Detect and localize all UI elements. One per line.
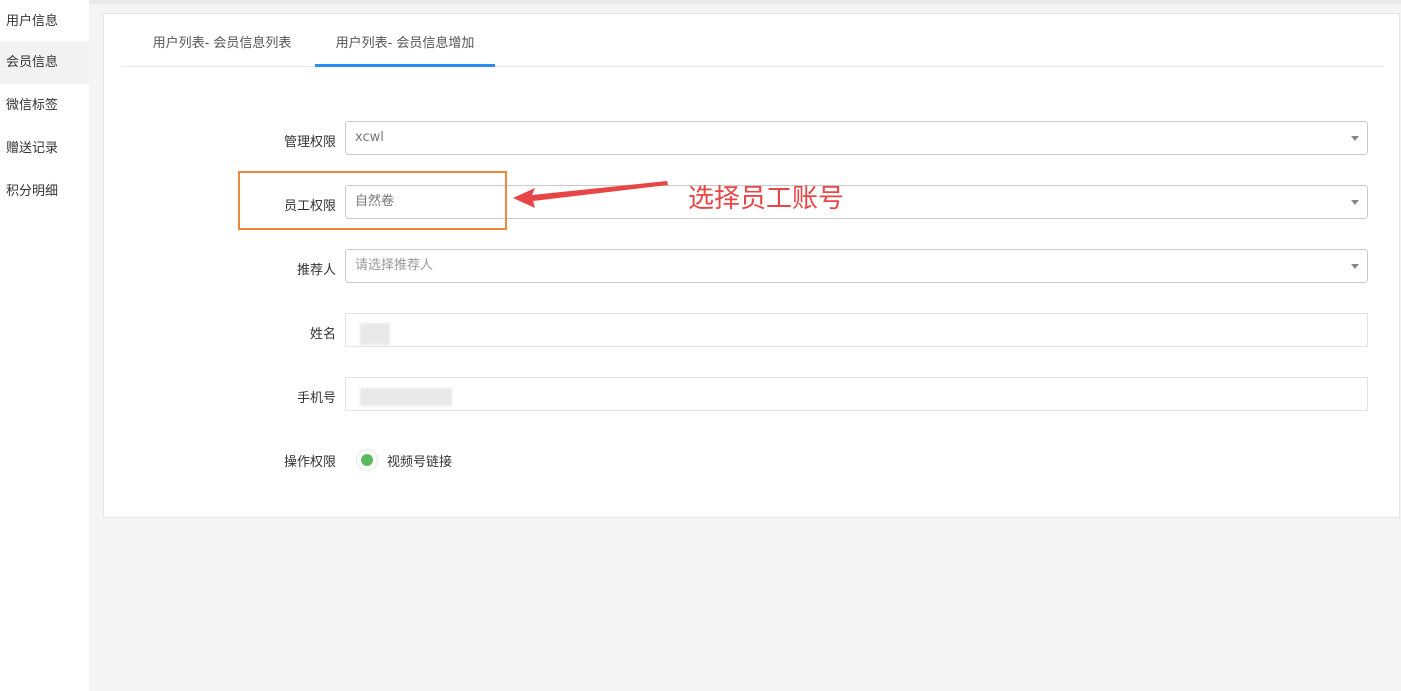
phone-input[interactable] xyxy=(345,377,1368,411)
sidebar-item-label: 会员信息 xyxy=(6,55,59,70)
sidebar-item-points-detail[interactable]: 积分明细 xyxy=(0,170,89,213)
admin-permission-value: xcwl xyxy=(355,130,384,145)
sidebar-item-label: 微信标签 xyxy=(6,98,59,113)
blurred-name xyxy=(360,323,390,345)
annotation-highlight-box xyxy=(238,171,507,230)
name-input[interactable] xyxy=(345,313,1368,347)
blurred-phone xyxy=(360,388,452,406)
video-link-radio-label[interactable]: 视频号链接 xyxy=(387,451,452,470)
admin-permission-select[interactable]: xcwl xyxy=(345,121,1368,155)
referrer-placeholder: 请选择推荐人 xyxy=(355,258,434,273)
referrer-label: 推荐人 xyxy=(296,263,336,278)
caret-down-icon xyxy=(1351,264,1359,269)
sidebar-item-wechat-tags[interactable]: 微信标签 xyxy=(0,84,89,127)
admin-permission-label: 管理权限 xyxy=(283,135,336,150)
sidebar-item-member-info[interactable]: 会员信息 xyxy=(0,41,89,84)
caret-down-icon xyxy=(1351,200,1359,205)
sidebar-item-label: 用户信息 xyxy=(6,14,59,29)
tab-label: 用户列表- 会员信息列表 xyxy=(152,36,292,51)
operation-permission-label: 操作权限 xyxy=(283,455,336,470)
tab-bar: 用户列表- 会员信息列表 用户列表- 会员信息增加 xyxy=(121,14,1384,67)
tab-member-add[interactable]: 用户列表- 会员信息增加 xyxy=(315,14,495,67)
sidebar-item-label: 赠送记录 xyxy=(6,141,59,156)
main-panel: 用户列表- 会员信息列表 用户列表- 会员信息增加 管理权限 xcwl 员工权限… xyxy=(103,13,1400,518)
name-label: 姓名 xyxy=(309,327,336,342)
caret-down-icon xyxy=(1351,136,1359,141)
sidebar-item-label: 积分明细 xyxy=(6,184,59,199)
red-arrow-left-icon xyxy=(513,181,668,208)
tab-label: 用户列表- 会员信息增加 xyxy=(335,36,475,51)
video-link-radio[interactable] xyxy=(356,449,378,471)
tab-member-list[interactable]: 用户列表- 会员信息列表 xyxy=(151,14,293,67)
sidebar: 用户信息 会员信息 微信标签 赠送记录 积分明细 xyxy=(0,0,89,691)
referrer-select[interactable]: 请选择推荐人 xyxy=(345,249,1368,283)
annotation-text: 选择员工账号 xyxy=(688,184,845,214)
top-strip xyxy=(89,0,1401,4)
phone-label: 手机号 xyxy=(296,391,336,406)
sidebar-item-user-info[interactable]: 用户信息 xyxy=(0,0,89,43)
sidebar-item-gift-records[interactable]: 赠送记录 xyxy=(0,127,89,170)
radio-checked-dot xyxy=(361,454,373,466)
